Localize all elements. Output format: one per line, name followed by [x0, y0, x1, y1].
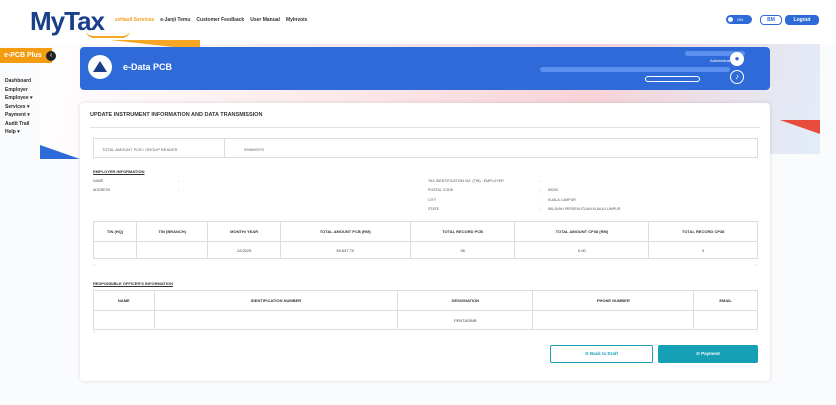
divider	[90, 127, 760, 128]
table-cell: 36	[409, 241, 516, 259]
language-button[interactable]: BM	[760, 15, 782, 25]
sidebar-item-payment[interactable]: Payment ▾	[5, 111, 33, 120]
table-cell	[92, 241, 138, 259]
column-header: NAME	[93, 290, 155, 311]
state-colon: :	[540, 207, 541, 211]
table-cell	[693, 310, 758, 330]
horizontal-scrollbar[interactable]: ‹ ›	[93, 329, 758, 336]
postal-code-label: POSTAL CODE	[428, 188, 454, 192]
table-header-row: TIN (HQ) TIN (BRANCH) MONTH/ YEAR TOTAL …	[92, 221, 758, 242]
table-cell: PENTADBIR	[397, 310, 534, 330]
user-profile-icon[interactable]: ●	[730, 52, 744, 66]
top-header: MyTax ezHasil Services e-Janji Temu Cust…	[0, 0, 836, 44]
city-label: CITY	[428, 198, 437, 202]
table-row: PENTADBIR	[93, 310, 758, 330]
mytax-logo[interactable]: MyTax	[30, 6, 130, 38]
table-cell: 0.00	[514, 241, 650, 259]
postal-code-value: 55200	[548, 188, 558, 192]
scroll-right-icon[interactable]: ›	[756, 329, 757, 334]
summary-label: TOTAL AMOUNT PCB / GROUP READER	[102, 147, 178, 152]
column-header: EMAIL	[693, 290, 758, 311]
sidebar-collapse-icon[interactable]: ‹	[46, 51, 56, 61]
officer-info-heading: RESPONSIBLE OFFICER'S INFORMATION	[93, 281, 173, 286]
scroll-left-icon[interactable]: ‹	[94, 329, 95, 334]
column-header: TIN (BRANCH)	[136, 221, 209, 242]
page-banner: e-Data PCB Administrator ● ♪	[80, 47, 770, 90]
summary-box: TOTAL AMOUNT PCB / GROUP READER 09984097…	[93, 138, 758, 158]
top-navigation: ezHasil Services e-Janji Temu Customer F…	[115, 17, 307, 23]
officer-table: NAME IDENTIFICATION NUMBER DESIGNATION P…	[93, 290, 758, 330]
banner-title: e-Data PCB	[123, 62, 173, 72]
sidebar-item-dashboard[interactable]: Dashboard	[5, 77, 33, 86]
tin-employer-colon: :	[540, 179, 541, 183]
employer-info-heading: EMPLOYER INFORMATION	[93, 169, 145, 174]
page-title: UPDATE INSTRUMENT INFORMATION AND DATA T…	[90, 112, 263, 118]
sidebar-item-employee[interactable]: Employee ▾	[5, 94, 33, 103]
nav-ezhasil-services[interactable]: ezHasil Services	[115, 17, 154, 23]
state-value: WILAYAH PERSEKUTUAN KUALA LUMPUR	[548, 207, 621, 211]
table-cell: 12/2025	[207, 241, 281, 259]
employer-address-label: ADDRESS	[93, 188, 111, 192]
decorative-wedge-red	[780, 120, 820, 134]
table-cell	[153, 310, 399, 330]
sidebar-title: e-PCB Plus	[0, 48, 52, 63]
employer-name-colon: :	[178, 179, 179, 183]
tin-employer-label: TAX IDENTIFICATION NO. (TIN) - EMPLOYER	[428, 179, 504, 183]
payment-label: Payment	[701, 351, 720, 356]
city-value: KUALA LUMPUR	[548, 198, 576, 202]
accessibility-toggle[interactable]: ON	[726, 15, 752, 24]
column-header: TIN (HQ)	[92, 221, 138, 242]
table-cell	[136, 241, 209, 259]
redacted-company-name	[540, 67, 730, 72]
sidebar-item-employer[interactable]: Employer	[5, 86, 33, 95]
table-row: 12/2025 59,647.70 36 0.00 0	[92, 241, 758, 259]
lhdn-emblem-icon	[88, 55, 112, 79]
table-cell: 0	[648, 241, 758, 259]
back-to-draft-button[interactable]: ⊙ Back to Draft	[550, 345, 653, 363]
sidebar-menu: Dashboard Employer Employee ▾ Services ▾…	[5, 77, 33, 137]
main-card: UPDATE INSTRUMENT INFORMATION AND DATA T…	[80, 103, 770, 381]
column-header: PHONE NUMBER	[532, 290, 695, 311]
column-header: IDENTIFICATION NUMBER	[153, 290, 399, 311]
postal-code-colon: :	[540, 188, 541, 192]
back-to-draft-label: Back to Draft	[590, 351, 619, 356]
table-cell	[532, 310, 695, 330]
nav-ejanji-temu[interactable]: e-Janji Temu	[160, 17, 190, 23]
table-cell	[93, 310, 155, 330]
payment-button[interactable]: ⊙ Payment	[658, 345, 758, 363]
column-header: TOTAL RECORD PCB	[409, 221, 516, 242]
column-header: MONTH/ YEAR	[207, 221, 281, 242]
horizontal-scrollbar[interactable]: ‹ ›	[93, 262, 758, 269]
column-header: TOTAL RECORD CP38	[648, 221, 758, 242]
toggle-label: ON	[737, 17, 743, 22]
scroll-left-icon[interactable]: ‹	[94, 262, 95, 267]
notification-bell-icon[interactable]: ♪	[730, 70, 744, 84]
summary-divider	[224, 139, 225, 157]
column-header: TOTAL AMOUNT PCB (RM)	[279, 221, 411, 242]
table-header-row: NAME IDENTIFICATION NUMBER DESIGNATION P…	[93, 290, 758, 311]
nav-myinvois[interactable]: MyInvois	[286, 17, 307, 23]
state-label: STATE	[428, 207, 440, 211]
summary-value: 099840970	[244, 147, 265, 152]
employer-name-label: NAME	[93, 179, 104, 183]
table-cell: 59,647.70	[279, 241, 411, 259]
redacted-company-id	[645, 76, 700, 82]
nav-user-manual[interactable]: User Manual	[250, 17, 280, 23]
sidebar: e-PCB Plus ‹ Dashboard Employer Employee…	[0, 48, 56, 158]
sidebar-item-services[interactable]: Services ▾	[5, 103, 33, 112]
logout-button[interactable]: Logout	[785, 15, 819, 25]
logo-swoosh	[86, 30, 130, 38]
nav-customer-feedback[interactable]: Customer Feedback	[196, 17, 244, 23]
sidebar-item-audit-trail[interactable]: Audit Trail	[5, 120, 33, 129]
city-colon: :	[540, 198, 541, 202]
scroll-right-icon[interactable]: ›	[756, 262, 757, 267]
sidebar-item-help[interactable]: Help ▾	[5, 128, 33, 137]
column-header: TOTAL AMOUNT CP38 (RM)	[514, 221, 650, 242]
column-header: DESIGNATION	[397, 290, 534, 311]
pcb-summary-table: TIN (HQ) TIN (BRANCH) MONTH/ YEAR TOTAL …	[92, 221, 758, 259]
employer-address-colon: :	[178, 188, 179, 192]
